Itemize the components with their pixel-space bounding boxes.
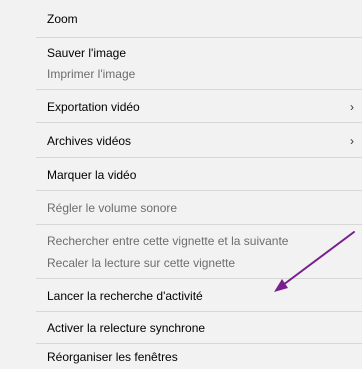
annotation-arrow-icon bbox=[274, 231, 355, 292]
